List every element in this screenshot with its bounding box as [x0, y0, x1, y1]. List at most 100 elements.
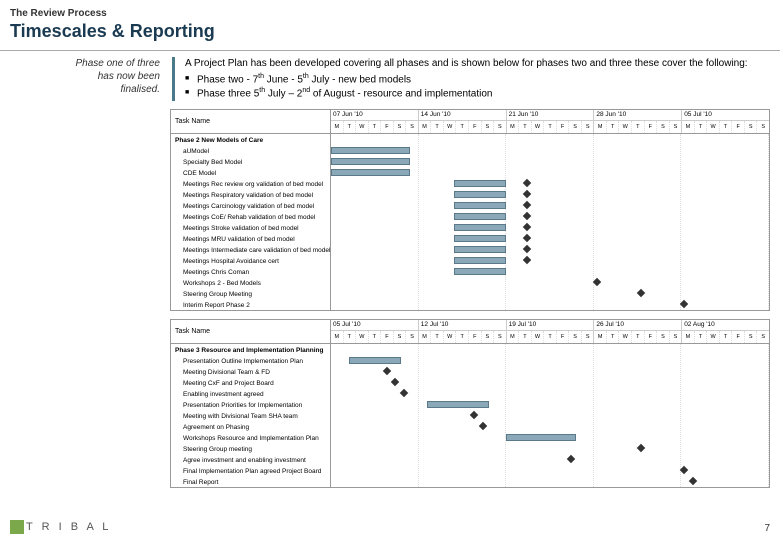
day-label: T [607, 331, 620, 343]
day-label: M [419, 331, 432, 343]
day-label: S [745, 331, 758, 343]
task-row: Final Implementation Plan agreed Project… [171, 465, 330, 476]
task-row: Interim Report Phase 2 [171, 299, 330, 310]
gantt-bar [454, 268, 507, 275]
week-label: 07 Jun '10 [331, 110, 418, 121]
milestone-icon [391, 377, 399, 385]
task-column: Task Name Phase 3 Resource and Implement… [171, 320, 331, 487]
milestone-icon [400, 388, 408, 396]
day-label: F [732, 121, 745, 133]
week-group: 26 Jul '10MTWTFSS [594, 320, 682, 343]
day-label: S [582, 331, 594, 343]
day-label: S [406, 121, 418, 133]
task-row: Meetings Carcinology validation of bed m… [171, 200, 330, 211]
gantt-row [331, 344, 769, 355]
week-label: 12 Jul '10 [419, 320, 506, 331]
day-label: F [469, 331, 482, 343]
gantt-bar [506, 434, 576, 441]
gantt-bar [454, 213, 507, 220]
gantt-row [331, 410, 769, 421]
gantt-chart-phase3: Task Name Phase 3 Resource and Implement… [170, 319, 770, 488]
vertical-accent-bar [172, 57, 175, 101]
day-label: W [444, 121, 457, 133]
gantt-row [331, 266, 769, 277]
phase-note-line: Phase one of three [10, 57, 160, 70]
page-header: The Review Process Timescales & Reportin… [0, 0, 780, 46]
task-row: Meetings CoE/ Rehab validation of bed mo… [171, 211, 330, 222]
gantt-row [331, 156, 769, 167]
milestone-icon [689, 476, 697, 484]
day-label: W [619, 331, 632, 343]
day-label: T [544, 121, 557, 133]
gantt-bar [454, 202, 507, 209]
milestone-icon [522, 244, 530, 252]
day-label: W [356, 121, 369, 133]
milestone-icon [522, 200, 530, 208]
task-row: Meeting Divisional Team & FD [171, 366, 330, 377]
day-label: F [557, 121, 570, 133]
day-label: T [431, 121, 444, 133]
review-process-label: The Review Process [10, 8, 770, 19]
gantt-row [331, 432, 769, 443]
day-label: T [456, 121, 469, 133]
day-label: S [482, 121, 495, 133]
week-label: 05 Jul '10 [331, 320, 418, 331]
chart-body [331, 344, 769, 487]
milestone-icon [636, 443, 644, 451]
gantt-bar [454, 257, 507, 264]
day-label: W [619, 121, 632, 133]
day-label: S [757, 121, 769, 133]
gantt-row [331, 167, 769, 178]
week-label: 28 Jun '10 [594, 110, 681, 121]
milestone-icon [382, 366, 390, 374]
task-row: Meetings MRU validation of bed model [171, 233, 330, 244]
day-label: S [494, 331, 506, 343]
task-row: Steering Group meeting [171, 443, 330, 454]
day-label: S [657, 121, 670, 133]
gantt-row [331, 421, 769, 432]
task-row: Meetings Rec review org validation of be… [171, 178, 330, 189]
gantt-row [331, 454, 769, 465]
intro-bullet: Phase three 5th July – 2nd of August - r… [185, 86, 770, 100]
day-label: M [507, 121, 520, 133]
week-group: 14 Jun '10MTWTFSS [419, 110, 507, 133]
task-row: Enabling investment agreed [171, 388, 330, 399]
day-label: S [494, 121, 506, 133]
day-label: F [645, 121, 658, 133]
day-label: M [419, 121, 432, 133]
chart-column: 07 Jun '10MTWTFSS14 Jun '10MTWTFSS21 Jun… [331, 110, 769, 310]
task-row: Meetings Chris Coman [171, 266, 330, 277]
intro-lead: A Project Plan has been developed coveri… [185, 57, 770, 70]
day-label: S [569, 331, 582, 343]
week-group: 19 Jul '10MTWTFSS [507, 320, 595, 343]
task-row: Specialty Bed Model [171, 156, 330, 167]
day-label: T [456, 331, 469, 343]
milestone-icon [470, 410, 478, 418]
milestone-icon [522, 233, 530, 241]
week-label: 26 Jul '10 [594, 320, 681, 331]
gantt-row [331, 178, 769, 189]
milestone-icon [680, 299, 688, 307]
intro-text: A Project Plan has been developed coveri… [185, 57, 770, 101]
day-label: T [344, 331, 357, 343]
day-label: F [557, 331, 570, 343]
day-label: M [331, 121, 344, 133]
page-number: 7 [764, 523, 770, 534]
gantt-bar [331, 147, 410, 154]
gantt-bar [427, 401, 488, 408]
day-label: W [707, 121, 720, 133]
week-label: 14 Jun '10 [419, 110, 506, 121]
gantt-bar [454, 224, 507, 231]
day-label: T [695, 121, 708, 133]
task-row: Agreement on Phasing [171, 421, 330, 432]
task-row: Meetings Respiratory validation of bed m… [171, 189, 330, 200]
gantt-row [331, 476, 769, 487]
gantt-row [331, 465, 769, 476]
gantt-bar [349, 357, 402, 364]
day-label: S [670, 331, 682, 343]
day-label: T [344, 121, 357, 133]
week-group: 12 Jul '10MTWTFSS [419, 320, 507, 343]
task-row: Meetings Stroke validation of bed model [171, 222, 330, 233]
gantt-bar [454, 191, 507, 198]
day-label: T [544, 331, 557, 343]
